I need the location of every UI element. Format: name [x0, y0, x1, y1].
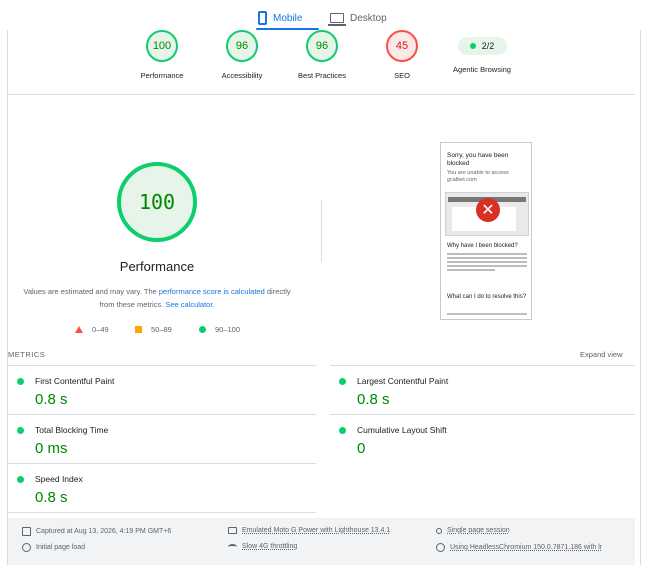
tab-desktop[interactable]: Desktop	[328, 6, 387, 30]
agentic-value: 2/2	[481, 41, 495, 51]
screenshot-footer-line	[447, 313, 527, 315]
legend-average: 50–89	[135, 323, 172, 335]
browser-info[interactable]: Using HeadlessChromium 150.0.7871.186 wi…	[436, 543, 602, 552]
single-page-session[interactable]: Single page session	[436, 527, 510, 534]
pass-dot-icon	[17, 378, 24, 385]
pass-dot-icon	[469, 43, 476, 49]
final-screenshot[interactable]: Sorry, you have been blocked You are una…	[440, 142, 532, 320]
initial-page-load-text: Initial page load	[36, 544, 86, 551]
metrics-divider	[8, 512, 316, 513]
performance-title: Performance	[119, 259, 195, 274]
square-icon	[135, 325, 142, 333]
single-page-session-text: Single page session	[447, 527, 510, 534]
metrics-heading: METRICS	[8, 350, 46, 359]
gauge-best-practices-score: 96	[306, 30, 338, 62]
emulated-device-text: Emulated Moto G Power with Lighthouse 13…	[242, 527, 391, 534]
gauge-best-practices-label: Best Practices	[298, 71, 346, 80]
gauge-accessibility[interactable]: 96 Accessibility	[197, 30, 287, 80]
person-icon	[436, 527, 442, 534]
screenshot-heading: Sorry, you have been blocked	[447, 152, 509, 167]
metrics-divider	[8, 414, 316, 415]
metric-fcp-value: 0.8 s	[35, 391, 68, 408]
metrics-divider	[330, 414, 635, 415]
browser-info-text: Using HeadlessChromium 150.0.7871.186 wi…	[450, 544, 603, 551]
gauge-performance-score: 100	[146, 30, 178, 62]
vertical-separator	[321, 200, 322, 262]
see-calculator-link[interactable]: See calculator.	[165, 300, 214, 309]
gauge-accessibility-score: 96	[226, 30, 258, 62]
expand-view-button[interactable]: Expand view	[580, 350, 623, 359]
globe-icon	[436, 543, 445, 552]
captured-at: Captured at Aug 13, 2026, 4:19 PM GMT+6	[22, 527, 171, 536]
emulated-device[interactable]: Emulated Moto G Power with Lighthouse 13…	[228, 527, 390, 534]
clock-icon	[22, 543, 31, 552]
performance-gauge-large: 100	[117, 162, 197, 242]
divider	[8, 94, 635, 95]
circle-icon	[199, 325, 206, 333]
metrics-divider	[330, 365, 635, 366]
screenshot-section-1: Why have I been blocked?	[447, 243, 518, 249]
card-border-left	[7, 30, 8, 565]
phone-icon	[258, 11, 267, 25]
tab-desktop-label: Desktop	[350, 12, 387, 24]
gauge-seo-score: 45	[386, 30, 418, 62]
captured-at-text: Captured at Aug 13, 2026, 4:19 PM GMT+6	[36, 528, 172, 535]
metric-tbt-value: 0 ms	[35, 440, 68, 457]
legend-fail: 0–49	[75, 323, 109, 335]
runtime-settings: Captured at Aug 13, 2026, 4:19 PM GMT+6 …	[8, 518, 635, 565]
screenshot-browser-image: ✕	[445, 192, 529, 236]
screenshot-subheading: You are unable to access gcalbet.com	[447, 170, 509, 183]
wifi-icon	[228, 543, 237, 550]
metrics-divider	[8, 463, 316, 464]
pass-dot-icon	[17, 476, 24, 483]
legend-pass: 90–100	[199, 323, 240, 335]
pass-dot-icon	[339, 378, 346, 385]
pass-dot-icon	[17, 427, 24, 434]
metric-tbt-label: Total Blocking Time	[35, 425, 109, 435]
metric-speed-index-label: Speed Index	[35, 474, 83, 484]
gauge-performance[interactable]: 100 Performance	[117, 30, 207, 80]
gauge-seo[interactable]: 45 SEO	[357, 30, 447, 80]
card-border-right	[640, 30, 641, 565]
legend-pass-label: 90–100	[215, 324, 241, 334]
network-throttling-text: Slow 4G throttling	[242, 543, 298, 550]
calendar-icon	[22, 527, 31, 536]
desc-text-1: Values are estimated and may vary. The	[23, 287, 159, 296]
legend-average-label: 50–89	[151, 324, 172, 334]
score-calculated-link[interactable]: performance score is calculated	[159, 287, 265, 296]
laptop-icon	[328, 13, 346, 26]
screenshot-section-2: What can I do to resolve this?	[447, 294, 527, 300]
triangle-icon	[75, 325, 83, 333]
error-x-icon: ✕	[476, 198, 500, 222]
gauge-seo-label: SEO	[394, 71, 410, 80]
gauge-agentic-browsing[interactable]: 2/2 Agentic Browsing	[437, 30, 527, 74]
screenshot-text-lines	[447, 253, 527, 273]
metric-lcp-value: 0.8 s	[357, 391, 390, 408]
metric-cls-value: 0	[357, 440, 366, 457]
gauge-best-practices[interactable]: 96 Best Practices	[277, 30, 367, 80]
gauge-accessibility-label: Accessibility	[221, 71, 263, 80]
pass-dot-icon	[339, 427, 346, 434]
metric-cls-label: Cumulative Layout Shift	[357, 425, 447, 435]
tab-mobile-label: Mobile	[273, 12, 303, 24]
agentic-pill: 2/2	[457, 37, 507, 55]
metric-fcp-label: First Contentful Paint	[35, 376, 115, 386]
initial-page-load: Initial page load	[22, 543, 85, 552]
metrics-divider	[8, 365, 316, 366]
gauge-performance-label: Performance	[140, 71, 184, 80]
agentic-label: Agentic Browsing	[453, 65, 511, 74]
network-throttling[interactable]: Slow 4G throttling	[228, 543, 297, 550]
performance-description: Values are estimated and may vary. The p…	[20, 285, 294, 311]
device-icon	[228, 527, 237, 534]
metric-speed-index-value: 0.8 s	[35, 489, 68, 506]
device-tabs: Mobile Desktop	[0, 0, 646, 30]
legend-fail-label: 0–49	[92, 324, 109, 334]
metric-lcp-label: Largest Contentful Paint	[357, 376, 449, 386]
tab-mobile[interactable]: Mobile	[258, 6, 302, 30]
